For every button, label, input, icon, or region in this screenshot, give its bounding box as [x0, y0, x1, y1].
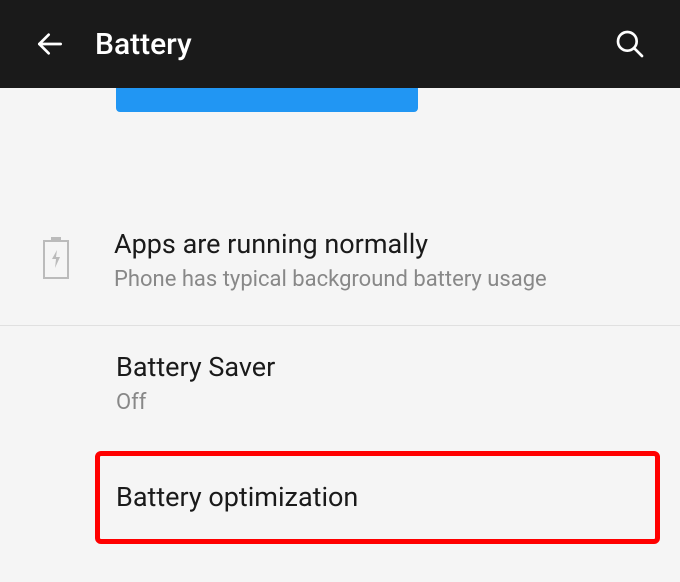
status-title: Apps are running normally [114, 227, 656, 262]
content-area: Apps are running normally Phone has typi… [0, 88, 680, 544]
battery-saver-title: Battery Saver [116, 350, 656, 385]
progress-bar [116, 88, 418, 112]
search-icon [614, 28, 646, 60]
battery-icon [40, 233, 72, 283]
battery-status-row[interactable]: Apps are running normally Phone has typi… [0, 197, 680, 326]
status-text-group: Apps are running normally Phone has typi… [114, 227, 656, 295]
status-subtitle: Phone has typical background battery usa… [114, 266, 656, 295]
battery-saver-status: Off [116, 389, 656, 418]
battery-saver-item[interactable]: Battery Saver Off [0, 326, 680, 442]
search-button[interactable] [610, 24, 650, 64]
app-header: Battery [0, 0, 680, 88]
back-button[interactable] [30, 24, 70, 64]
battery-optimization-item[interactable]: Battery optimization [95, 451, 660, 544]
battery-optimization-title: Battery optimization [116, 480, 631, 515]
page-title: Battery [95, 27, 192, 62]
back-arrow-icon [34, 28, 66, 60]
